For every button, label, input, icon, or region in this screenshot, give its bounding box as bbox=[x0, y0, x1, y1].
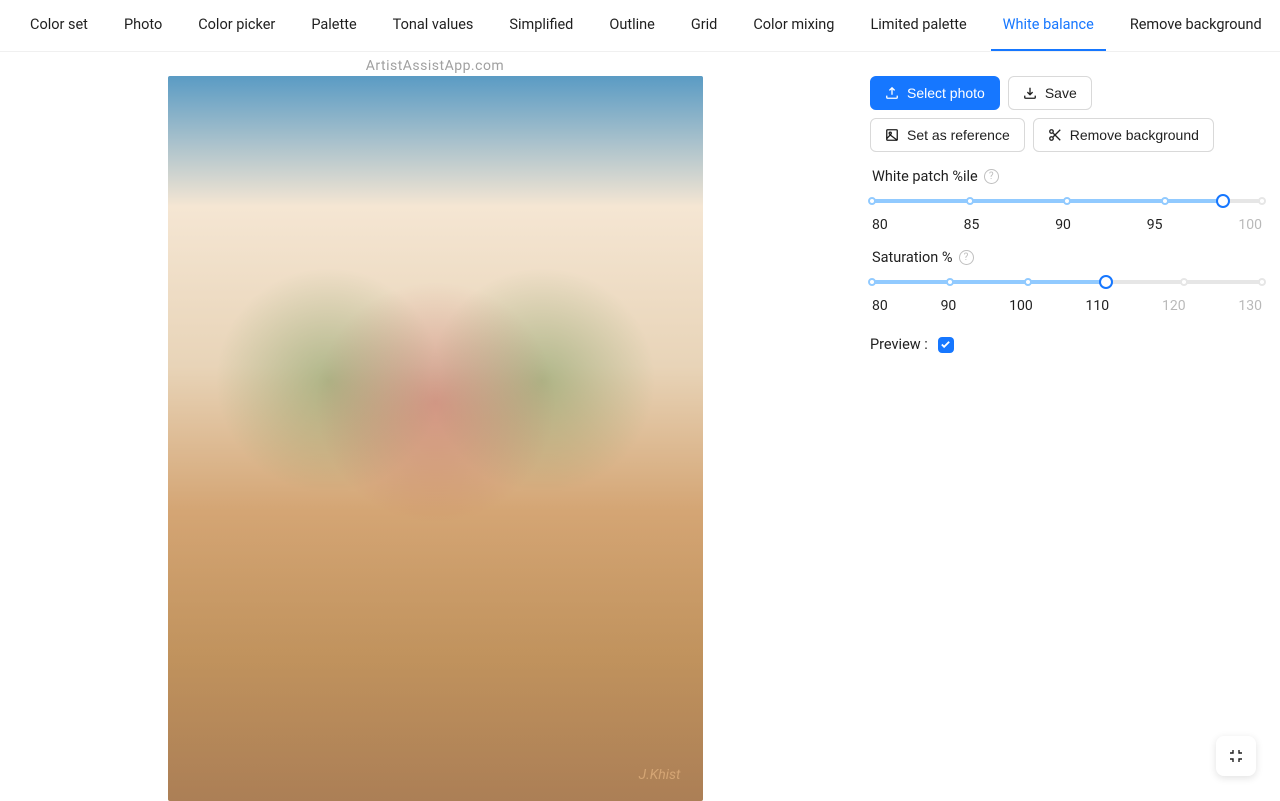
set-reference-label: Set as reference bbox=[907, 127, 1010, 143]
upload-icon bbox=[885, 86, 899, 100]
remove-background-label: Remove background bbox=[1070, 127, 1199, 143]
mark-sat-2: 100 bbox=[1009, 298, 1033, 314]
tab-outline[interactable]: Outline bbox=[597, 0, 666, 51]
download-icon bbox=[1023, 86, 1037, 100]
image-panel: ArtistAssistApp.com J.Khist bbox=[0, 58, 870, 801]
image-signature: J.Khist bbox=[639, 767, 681, 783]
mark-wp-4: 100 bbox=[1238, 217, 1262, 233]
mark-sat-4: 120 bbox=[1162, 298, 1186, 314]
main-content: ArtistAssistApp.com J.Khist Select photo… bbox=[0, 52, 1280, 801]
saturation-handle[interactable] bbox=[1099, 275, 1113, 289]
saturation-label-row: Saturation % ? bbox=[872, 249, 1268, 266]
tab-color-mixing[interactable]: Color mixing bbox=[741, 0, 846, 51]
tab-tonal-values[interactable]: Tonal values bbox=[381, 0, 486, 51]
tab-photo[interactable]: Photo bbox=[112, 0, 174, 51]
white-patch-slider[interactable] bbox=[872, 195, 1262, 207]
tab-color-picker[interactable]: Color picker bbox=[186, 0, 287, 51]
scissors-icon bbox=[1048, 128, 1062, 142]
check-icon bbox=[940, 339, 951, 350]
mark-wp-3: 95 bbox=[1147, 217, 1163, 233]
preview-image[interactable]: J.Khist bbox=[168, 76, 703, 801]
tab-white-balance[interactable]: White balance bbox=[991, 0, 1106, 51]
controls-panel: Select photo Save Set as reference Re bbox=[870, 58, 1280, 801]
tab-simplified[interactable]: Simplified bbox=[497, 0, 585, 51]
mark-sat-1: 90 bbox=[941, 298, 957, 314]
save-label: Save bbox=[1045, 85, 1077, 101]
mark-wp-1: 85 bbox=[964, 217, 980, 233]
white-patch-handle[interactable] bbox=[1216, 194, 1230, 208]
save-button[interactable]: Save bbox=[1008, 76, 1092, 110]
mark-sat-5: 130 bbox=[1238, 298, 1262, 314]
compress-icon bbox=[1228, 748, 1244, 764]
preview-label: Preview : bbox=[870, 336, 928, 353]
select-photo-button[interactable]: Select photo bbox=[870, 76, 1000, 110]
mark-sat-3: 110 bbox=[1086, 298, 1110, 314]
white-patch-label: White patch %ile bbox=[872, 168, 978, 185]
saturation-slider[interactable] bbox=[872, 276, 1262, 288]
mark-sat-0: 80 bbox=[872, 298, 888, 314]
watermark-text: ArtistAssistApp.com bbox=[366, 58, 504, 74]
set-reference-button[interactable]: Set as reference bbox=[870, 118, 1025, 152]
tab-color-set[interactable]: Color set bbox=[18, 0, 100, 51]
mark-wp-0: 80 bbox=[872, 217, 888, 233]
saturation-label: Saturation % bbox=[872, 249, 953, 266]
mark-wp-2: 90 bbox=[1055, 217, 1071, 233]
tab-limited-palette[interactable]: Limited palette bbox=[858, 0, 978, 51]
fullscreen-button[interactable] bbox=[1216, 736, 1256, 776]
white-patch-label-row: White patch %ile ? bbox=[872, 168, 1268, 185]
remove-background-button[interactable]: Remove background bbox=[1033, 118, 1214, 152]
help-icon[interactable]: ? bbox=[984, 169, 999, 184]
select-photo-label: Select photo bbox=[907, 85, 985, 101]
tab-palette[interactable]: Palette bbox=[299, 0, 368, 51]
tab-grid[interactable]: Grid bbox=[679, 0, 730, 51]
image-icon bbox=[885, 128, 899, 142]
preview-checkbox[interactable] bbox=[938, 337, 954, 353]
tab-remove-background[interactable]: Remove background bbox=[1118, 0, 1274, 51]
help-icon[interactable]: ? bbox=[959, 250, 974, 265]
tab-bar: Color set Photo Color picker Palette Ton… bbox=[0, 0, 1280, 52]
